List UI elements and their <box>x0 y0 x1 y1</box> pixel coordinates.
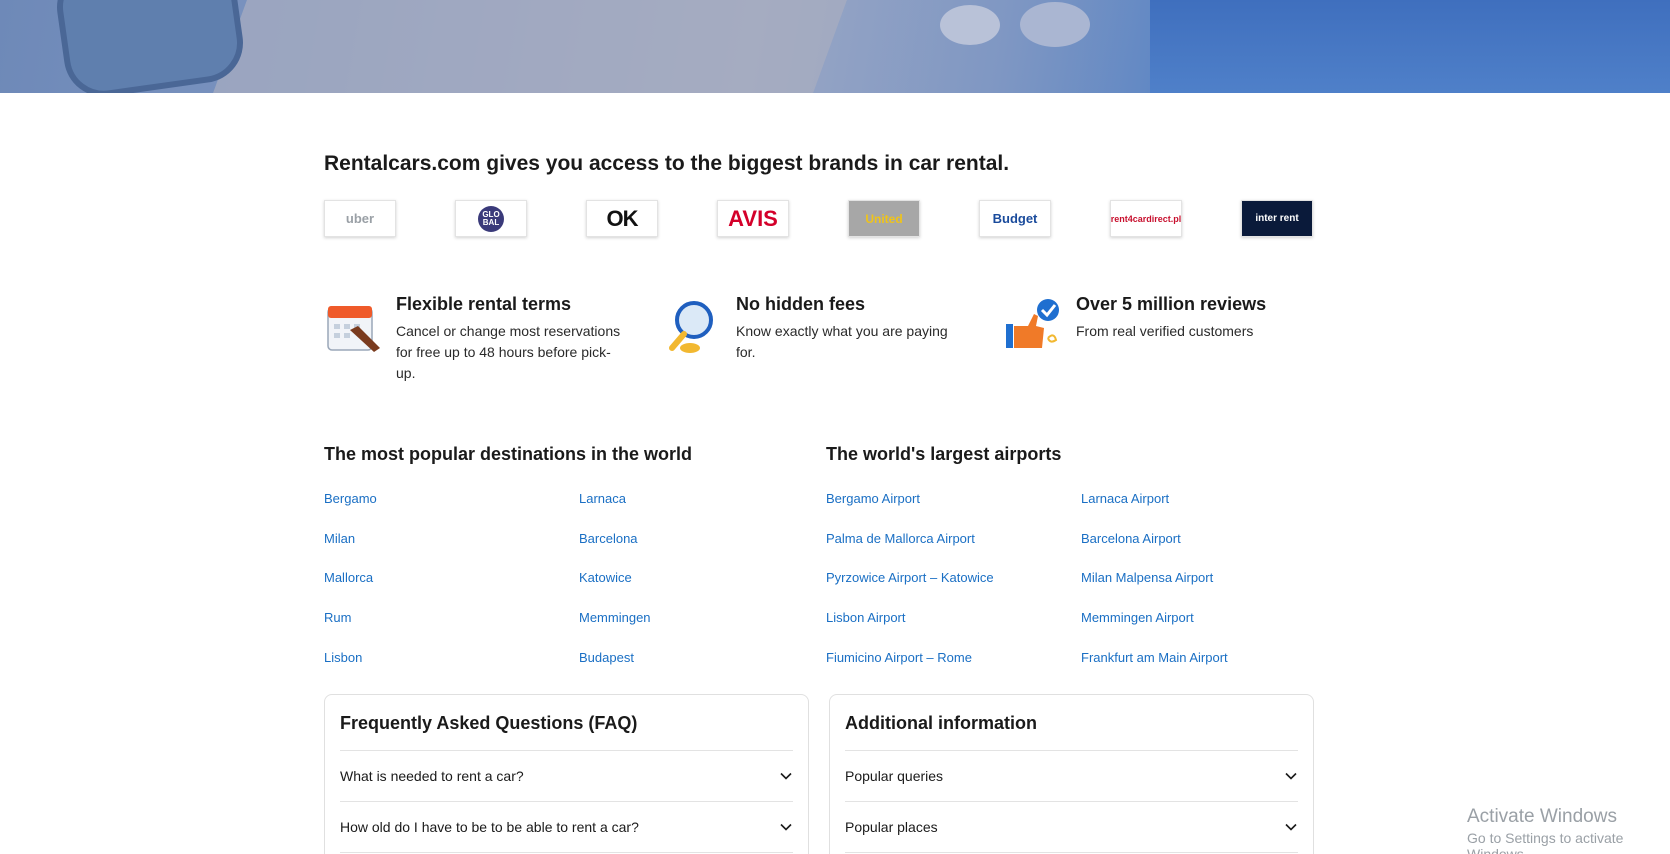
faq-title: Frequently Asked Questions (FAQ) <box>340 713 638 733</box>
destination-link[interactable]: Barcelona <box>579 531 638 546</box>
additional-info-card: Additional information Popular queries P… <box>829 694 1314 854</box>
avis-logo: AVIS <box>717 200 789 237</box>
chevron-down-icon <box>780 823 792 831</box>
additional-item-label: Popular queries <box>845 768 944 784</box>
faq-item[interactable]: How old do I have to be to be able to re… <box>340 802 793 852</box>
feature-text: Cancel or change most reservations for f… <box>396 323 621 381</box>
airport-link[interactable]: Memmingen Airport <box>1081 610 1194 625</box>
airport-link[interactable]: Frankfurt am Main Airport <box>1081 650 1228 665</box>
additional-item[interactable]: Popular places <box>845 802 1298 852</box>
destination-link[interactable]: Bergamo <box>324 491 377 506</box>
airport-link[interactable]: Lisbon Airport <box>826 610 906 625</box>
hero-car-mirror <box>51 0 249 93</box>
hero-rock <box>1020 2 1090 47</box>
divider <box>340 852 793 853</box>
hero-image <box>0 0 1670 93</box>
ok-mobility-logo: OK <box>586 200 658 237</box>
brands-title: Rentalcars.com gives you access to the b… <box>324 152 1010 175</box>
watermark-line1: Activate Windows <box>1467 806 1617 827</box>
activate-windows-watermark: Activate Windows Go to Settings to activ… <box>1467 806 1670 854</box>
airport-link[interactable]: Palma de Mallorca Airport <box>826 531 975 546</box>
hero-rock <box>940 5 1000 45</box>
chevron-down-icon <box>1285 823 1297 831</box>
airport-link[interactable]: Barcelona Airport <box>1081 531 1181 546</box>
additional-item[interactable]: Popular queries <box>845 751 1298 801</box>
united-logo: United <box>848 200 920 237</box>
destination-link[interactable]: Lisbon <box>324 650 362 665</box>
destination-link[interactable]: Memmingen <box>579 610 651 625</box>
destination-link[interactable]: Katowice <box>579 570 632 585</box>
faq-card: Frequently Asked Questions (FAQ) What is… <box>324 694 809 854</box>
magnifier-icon <box>669 301 713 353</box>
destinations-title: The most popular destinations in the wor… <box>324 444 693 464</box>
airport-link[interactable]: Bergamo Airport <box>826 491 920 506</box>
faq-question: How old do I have to be to be able to re… <box>340 819 639 835</box>
additional-info-title: Additional information <box>845 713 1037 733</box>
watermark-line2: Go to Settings to activate Windows. <box>1467 830 1624 854</box>
destination-link[interactable]: Milan <box>324 531 355 546</box>
thumbs-up-icon <box>1006 299 1059 348</box>
airport-link[interactable]: Fiumicino Airport – Rome <box>826 650 972 665</box>
destination-link[interactable]: Rum <box>324 610 351 625</box>
additional-item-label: Popular places <box>845 819 938 835</box>
global-badge: GLO BAL <box>478 205 504 232</box>
airports-title: The world's largest airports <box>826 444 1062 464</box>
hero-sea <box>1150 0 1670 93</box>
divider <box>845 852 1298 853</box>
chevron-down-icon <box>1285 772 1297 780</box>
airport-link[interactable]: Pyrzowice Airport – Katowice <box>826 570 994 585</box>
feature-text: Know exactly what you are paying for. <box>736 323 948 360</box>
feature-text: From real verified customers <box>1076 323 1254 339</box>
airport-link[interactable]: Milan Malpensa Airport <box>1081 570 1213 585</box>
interrent-logo: inter rent <box>1241 200 1313 237</box>
feature-title: No hidden fees <box>736 294 866 314</box>
brand-logo-row: uber GLO BAL OK AVIS United Budget rent4… <box>324 200 1314 238</box>
uber-logo: uber <box>324 200 396 237</box>
rent4cardirect-logo: rent4cardirect.pl <box>1110 200 1182 237</box>
destination-link[interactable]: Mallorca <box>324 570 373 585</box>
budget-logo: Budget <box>979 200 1051 237</box>
faq-question: What is needed to rent a car? <box>340 768 524 784</box>
faq-item[interactable]: What is needed to rent a car? <box>340 751 793 801</box>
calendar-icon <box>327 306 380 352</box>
hero-road <box>213 0 847 93</box>
chevron-down-icon <box>780 772 792 780</box>
destination-link[interactable]: Larnaca <box>579 491 626 506</box>
global-rent-a-car-logo: GLO BAL <box>455 200 527 237</box>
feature-title: Over 5 million reviews <box>1076 294 1267 314</box>
feature-title: Flexible rental terms <box>396 294 572 314</box>
destination-link[interactable]: Budapest <box>579 650 634 665</box>
airport-link[interactable]: Larnaca Airport <box>1081 491 1169 506</box>
